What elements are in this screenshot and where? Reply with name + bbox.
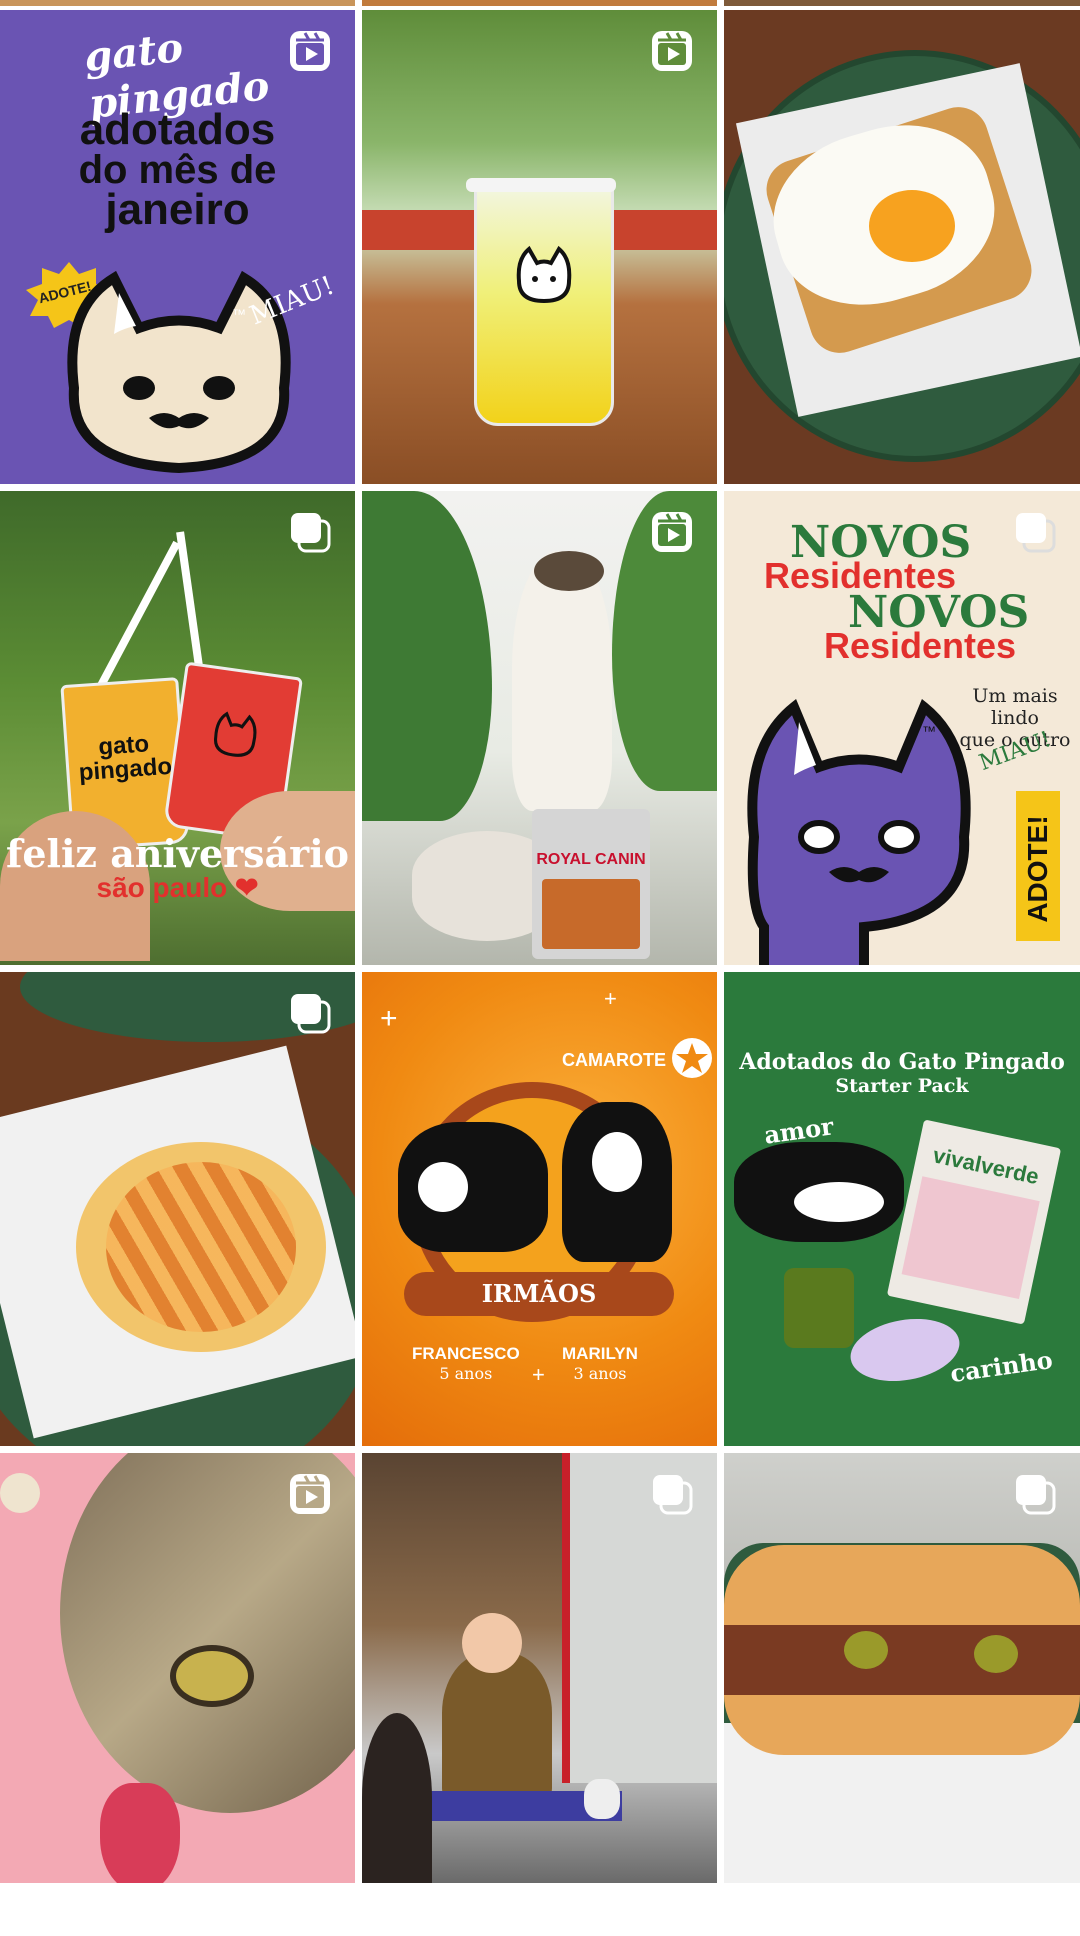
post-starter-pack[interactable]: Adotados do Gato Pingado Starter Pack am… [724,972,1080,1446]
person-foreground [362,1713,432,1883]
star-icon [676,1043,708,1073]
camarote-tag: CAMAROTE [562,1050,666,1070]
previous-row-strip [724,0,1080,6]
cat-name: FRANCESCO [412,1344,520,1363]
olive [844,1631,888,1669]
cat-white-patch [794,1182,884,1222]
cat-small [584,1779,620,1819]
post-feliz-aniversario[interactable]: gato pingado feliz aniversário são paulo… [0,491,355,965]
headline-line: janeiro [105,185,250,234]
purple-cat-illustration [747,698,971,965]
carousel-icon [1012,1471,1058,1517]
cup-brand-line: pingado [77,752,173,787]
cat-eye [170,1645,254,1707]
plus-decoration: + [380,1002,398,1035]
cat-face-patch [592,1132,642,1192]
word-carinho: carinho [948,1344,1055,1389]
food-pouch: ROYAL CANIN [532,809,650,959]
reel-icon [287,1471,333,1517]
trademark: ™ [232,306,246,322]
post-title: Adotados do Gato Pingado Starter Pack [724,1050,1080,1098]
previous-row-strip [0,0,355,6]
package-art [901,1176,1040,1300]
cat-logo-icon [516,245,572,304]
snack-jar [784,1268,854,1348]
cat1-info: FRANCESCO 5 anos [412,1344,520,1383]
headline-line: do mês de [78,148,277,192]
package-art [542,879,640,949]
person-seated [442,1653,552,1803]
title-line: Adotados do Gato Pingado [739,1049,1065,1075]
cat-head-patch [534,551,604,591]
bread [76,1142,326,1352]
cat-tongue [100,1783,180,1883]
post-grilled-bread[interactable] [0,972,355,1446]
cat-face-patch [418,1162,468,1212]
caption-line: feliz aniversário [6,831,349,876]
cat-logo-icon [214,711,257,757]
carousel-icon [287,990,333,1036]
subtitle-line: Starter Pack [835,1075,969,1097]
post-headline: adotados do mês de janeiro [0,105,355,234]
post-egg-toast[interactable] [724,10,1080,484]
title-banner: IRMÃOS [404,1272,674,1316]
cup-lid [466,178,616,192]
plus-decoration: + [604,986,617,1011]
title-line: Residentes [824,625,1017,666]
cat-photo [734,1142,904,1242]
post-adotados-janeiro[interactable]: gato pingado adotados do mês de janeiro … [0,10,355,484]
cat-francesco [398,1122,548,1252]
post-novos-residentes[interactable]: NOVOS Residentes NOVOS Residentes Um mai… [724,491,1080,965]
table-item [0,1473,40,1513]
egg-yolk [869,190,955,262]
star-badge [672,1038,712,1078]
carousel-icon [287,509,333,555]
person-head [462,1613,522,1673]
previous-row-strip [362,0,717,6]
cup-brand: gato pingado [67,730,182,786]
profile-post-grid: gato pingado adotados do mês de janeiro … [0,0,1080,1936]
post-cat-tongue[interactable] [0,1453,355,1883]
food-bowl [845,1310,965,1390]
post-cat-royal-canin[interactable]: ROYAL CANIN [362,491,717,965]
grill-marks [106,1162,296,1332]
olive [974,1635,1018,1673]
baguette [724,1545,1080,1755]
carousel-icon [649,1471,695,1517]
plant-left [362,491,492,821]
drink-cup [474,182,614,426]
cat-marilyn [562,1102,672,1262]
cat2-info: MARILYN 3 anos [562,1344,638,1383]
cat-age: 3 anos [573,1364,627,1383]
post-drink-photo[interactable] [362,10,717,484]
post-yoga-class[interactable] [362,1453,717,1883]
post-sandwich[interactable] [724,1453,1080,1883]
adote-side-banner: ADOTE! [1016,791,1060,941]
reel-icon [649,509,695,555]
caption-line: são paulo ❤ [96,872,259,903]
litter-package: vivalverde [886,1119,1062,1325]
reel-icon [649,28,695,74]
trademark: ™ [922,723,936,739]
post-irmaos[interactable]: + + CAMAROTE IRMÃOS FRANCESCO 5 anos MAR… [362,972,717,1446]
reel-icon [287,28,333,74]
carousel-icon [1012,509,1058,555]
headline-line: adotados [79,105,276,154]
sandwich-filling [724,1625,1080,1695]
adote-side-text: ADOTE! [1022,815,1053,923]
cat-age: 5 anos [439,1364,493,1383]
plus-decoration: + [532,1362,545,1387]
cat-name: MARILYN [562,1344,638,1363]
package-brand: ROYAL CANIN [536,851,646,868]
